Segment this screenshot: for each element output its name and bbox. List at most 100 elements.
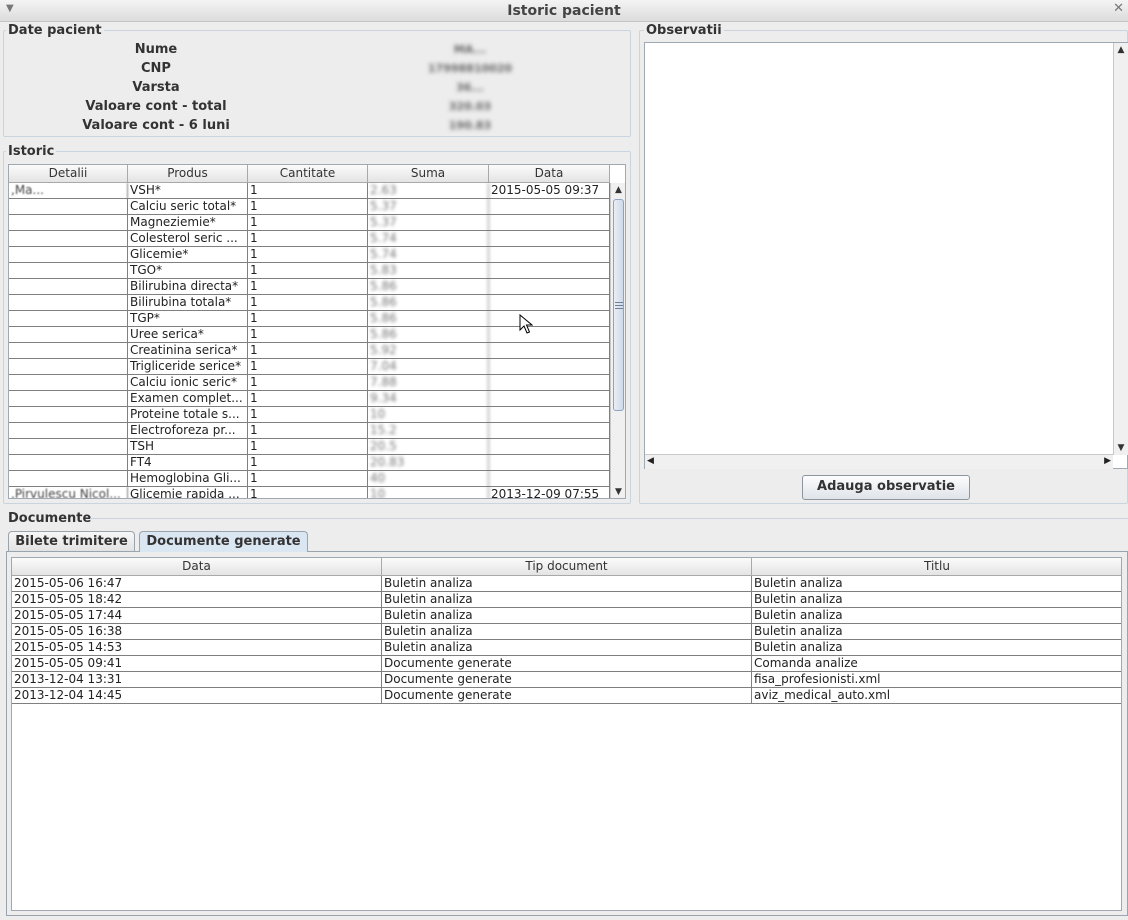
istoric-cell-suma: 20.5 xyxy=(368,439,489,455)
document-cell-tip: Buletin analiza xyxy=(382,640,752,656)
documente-column-header[interactable]: Data xyxy=(12,558,382,576)
table-row[interactable]: Electroforeza pr... 1 15.2 xyxy=(9,423,610,439)
table-row[interactable]: 2015-05-05 14:53 Buletin analiza Buletin a… xyxy=(12,640,1121,656)
observatii-vertical-scrollbar[interactable]: ▲ ▼ xyxy=(1113,43,1128,455)
documente-column-header[interactable]: Titlu xyxy=(752,558,1121,576)
documente-column-header[interactable]: Tip document xyxy=(382,558,752,576)
table-row[interactable]: Magneziemie* 1 5.37 xyxy=(9,215,610,231)
istoric-cell-detalii xyxy=(9,279,128,295)
istoric-cell-cantitate: 1 xyxy=(248,455,368,471)
istoric-cell-cantitate: 1 xyxy=(248,295,368,311)
tab-documente-generate[interactable]: Documente generate xyxy=(139,531,308,552)
istoric-cell-cantitate: 1 xyxy=(248,263,368,279)
arrow-up-icon[interactable]: ▲ xyxy=(611,183,625,197)
table-row[interactable]: 2013-12-04 13:31 Documente generate fisa_p… xyxy=(12,672,1121,688)
istoric-cell-produs: Examen complet... xyxy=(128,391,248,407)
istoric-cell-cantitate: 1 xyxy=(248,439,368,455)
istoric-cell-detalii xyxy=(9,199,128,215)
istoric-cell-detalii xyxy=(9,359,128,375)
table-row[interactable]: FT4 1 20.83 xyxy=(9,455,610,471)
istoric-cell-cantitate: 1 xyxy=(248,391,368,407)
istoric-scroll-thumb[interactable] xyxy=(613,199,624,411)
table-row[interactable]: Bilirubina directa* 1 5.86 xyxy=(9,279,610,295)
arrow-left-icon[interactable]: ◀ xyxy=(647,456,654,466)
arrow-right-icon[interactable]: ▶ xyxy=(1104,456,1111,466)
arrow-down-icon[interactable]: ▼ xyxy=(611,485,625,498)
istoric-cell-suma: 2.63 xyxy=(368,183,489,199)
istoric-cell-produs: Bilirubina directa* xyxy=(128,279,248,295)
table-row[interactable]: TGO* 1 5.83 xyxy=(9,263,610,279)
istoric-cell-cantitate: 1 xyxy=(248,359,368,375)
istoric-cell-data xyxy=(489,471,610,487)
istoric-column-header[interactable]: Cantitate xyxy=(248,165,368,183)
istoric-cell-suma: 15.2 xyxy=(368,423,489,439)
table-row[interactable]: Calciu ionic seric* 1 7.88 xyxy=(9,375,610,391)
istoric-cell-suma: 10 xyxy=(368,407,489,423)
istoric-column-header[interactable]: Detalii xyxy=(9,165,128,183)
istoric-cell-cantitate: 1 xyxy=(248,183,368,199)
istoric-cell-detalii xyxy=(9,343,128,359)
istoric-column-header[interactable]: Data xyxy=(489,165,610,183)
table-row[interactable]: Colesterol seric ... 1 5.74 xyxy=(9,231,610,247)
istoric-cell-suma: 7.88 xyxy=(368,375,489,391)
istoric-cell-data xyxy=(489,279,610,295)
arrow-up-icon[interactable]: ▲ xyxy=(1114,43,1128,57)
istoric-cell-detalii xyxy=(9,247,128,263)
table-row[interactable]: 2013-12-04 14:45 Documente generate aviz_m… xyxy=(12,688,1121,704)
istoric-cell-produs: Electroforeza pr... xyxy=(128,423,248,439)
tab-bilete-trimitere[interactable]: Bilete trimitere xyxy=(8,531,135,551)
istoric-cell-detalii xyxy=(9,407,128,423)
table-row[interactable]: 2015-05-05 17:44 Buletin analiza Buletin a… xyxy=(12,608,1121,624)
istoric-column-header[interactable]: Suma xyxy=(368,165,489,183)
window-close-icon[interactable]: ✕ xyxy=(1113,1,1124,16)
table-row[interactable]: ,Ma... VSH* 1 2.63 2015-05-05 09:37 xyxy=(9,183,610,199)
patient-field-label: Nume xyxy=(134,42,178,57)
table-row[interactable]: 2015-05-06 16:47 Buletin analiza Buletin a… xyxy=(12,576,1121,592)
table-row[interactable]: Calciu seric total* 1 5.37 xyxy=(9,199,610,215)
document-cell-titlu: aviz_medical_auto.xml xyxy=(752,688,1121,704)
table-row[interactable]: TSH 1 20.5 xyxy=(9,439,610,455)
istoric-cell-produs: Glicemie rapida ... xyxy=(128,487,248,498)
add-observation-button[interactable]: Adauga observatie xyxy=(802,475,970,500)
istoric-cell-data xyxy=(489,359,610,375)
table-row[interactable]: 2015-05-05 18:42 Buletin analiza Buletin a… xyxy=(12,592,1121,608)
istoric-cell-detalii xyxy=(9,263,128,279)
patient-info-title: Date pacient xyxy=(6,23,104,38)
document-cell-tip: Documente generate xyxy=(382,688,752,704)
observatii-textarea[interactable]: ▲ ▼ ◀ ▶ xyxy=(644,42,1128,469)
table-row[interactable]: Bilirubina totala* 1 5.86 xyxy=(9,295,610,311)
table-row[interactable]: Trigliceride serice* 1 7.04 xyxy=(9,359,610,375)
istoric-cell-detalii xyxy=(9,215,128,231)
istoric-cell-data xyxy=(489,375,610,391)
istoric-cell-data xyxy=(489,199,610,215)
table-row[interactable]: 2015-05-05 16:38 Buletin analiza Buletin a… xyxy=(12,624,1121,640)
istoric-table: Detalii Produs Cantitate Suma Data ,Ma... VSH… xyxy=(8,164,626,499)
istoric-cell-data xyxy=(489,455,610,471)
istoric-cell-produs: Uree serica* xyxy=(128,327,248,343)
table-row[interactable]: Glicemie* 1 5.74 xyxy=(9,247,610,263)
table-row[interactable]: Creatinina serica* 1 5.92 xyxy=(9,343,610,359)
table-row[interactable]: Examen complet... 1 9.34 xyxy=(9,391,610,407)
istoric-vertical-scrollbar[interactable]: ▲ ▼ xyxy=(610,183,625,498)
istoric-cell-produs: Calciu ionic seric* xyxy=(128,375,248,391)
istoric-column-header[interactable]: Produs xyxy=(128,165,248,183)
table-row[interactable]: Hemoglobina Gli... 1 40 xyxy=(9,471,610,487)
table-row[interactable]: ,Pirvulescu Nicol... Glicemie rapida ... 1… xyxy=(9,487,610,498)
istoric-cell-produs: Hemoglobina Gli... xyxy=(128,471,248,487)
table-row[interactable]: Proteine totale s... 1 10 xyxy=(9,407,610,423)
observatii-horizontal-scrollbar[interactable]: ◀ ▶ xyxy=(645,454,1113,469)
istoric-cell-cantitate: 1 xyxy=(248,279,368,295)
table-row[interactable]: 2015-05-05 09:41 Documente generate Comand… xyxy=(12,656,1121,672)
istoric-cell-data xyxy=(489,247,610,263)
window-title: Istoric pacient xyxy=(507,3,621,19)
istoric-title: Istoric xyxy=(6,144,57,159)
istoric-cell-cantitate: 1 xyxy=(248,199,368,215)
document-cell-data: 2013-12-04 14:45 xyxy=(12,688,382,704)
istoric-cell-data xyxy=(489,439,610,455)
patient-field-value: 17998810020 xyxy=(427,62,513,75)
istoric-cell-produs: Magneziemie* xyxy=(128,215,248,231)
istoric-cell-produs: FT4 xyxy=(128,455,248,471)
document-cell-titlu: Buletin analiza xyxy=(752,608,1121,624)
istoric-cell-suma: 20.83 xyxy=(368,455,489,471)
arrow-down-icon[interactable]: ▼ xyxy=(1114,441,1128,455)
